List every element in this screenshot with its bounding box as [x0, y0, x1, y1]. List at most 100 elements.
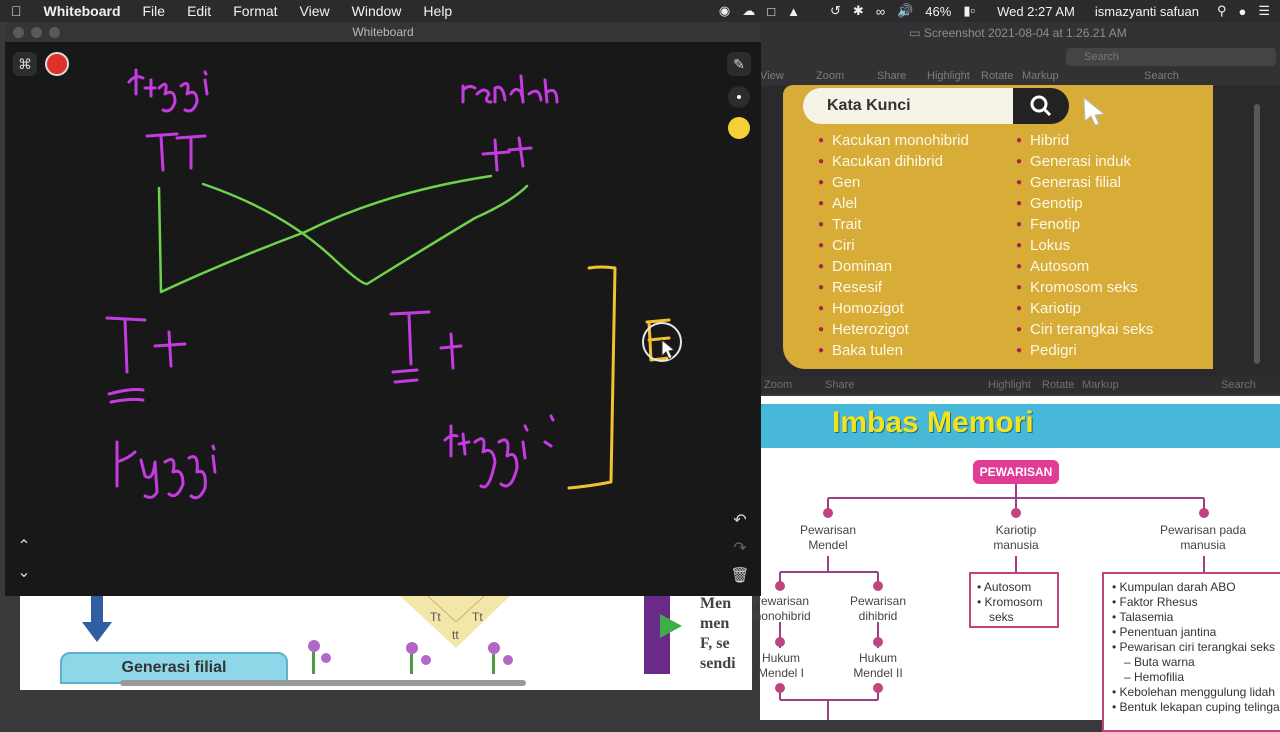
lock-icon[interactable]: ▲	[787, 4, 800, 19]
menu-app-name[interactable]: Whiteboard	[33, 0, 132, 22]
cloud-icon[interactable]: ☁	[742, 3, 755, 19]
keyword: Lokus	[1016, 237, 1070, 254]
box-item: • Pewarisan ciri terangkai seks	[1112, 640, 1275, 654]
side-text-line: men	[700, 615, 730, 632]
toolbar-markup[interactable]: Markup	[1022, 70, 1059, 82]
toolbar-share-2[interactable]: Share	[825, 379, 854, 391]
node-pewarisan-pada-manusia: Pewarisan pada manusia	[1148, 523, 1258, 553]
menu-format[interactable]: Format	[222, 0, 288, 22]
record-stop-icon[interactable]: ◉	[719, 3, 730, 19]
menu-help[interactable]: Help	[412, 0, 463, 22]
menubar:  Whiteboard File Edit Format View Windo…	[0, 0, 1280, 22]
word-tinggi-1	[127, 68, 209, 113]
toolbar-zoom-2[interactable]: Zoom	[764, 379, 792, 391]
whiteboard-window: Whiteboard ⌘ ✎ ↶ ↷ 🗑 ⌃ ⌄	[5, 22, 761, 596]
node-line: manusia	[993, 538, 1039, 552]
bracket	[567, 265, 617, 490]
box-text: Faktor Rhesus	[1119, 595, 1198, 609]
node-line: Mendel I	[757, 666, 805, 680]
keyword: Baka tulen	[818, 342, 903, 359]
node-kariotip-manusia: Kariotip manusia	[966, 523, 1066, 553]
genotype-Tt-middle	[389, 310, 463, 384]
node-line: Pewarisan pada	[1159, 523, 1247, 537]
keyword: Kacukan monohibrid	[818, 132, 969, 149]
preview-scrollbar[interactable]	[1254, 104, 1260, 364]
box-text: – Hemofilia	[1124, 670, 1185, 684]
horizontal-scrollbar[interactable]	[120, 680, 526, 686]
keyword: Homozigot	[818, 300, 904, 317]
volume-icon[interactable]: 🔊	[897, 3, 913, 19]
genotype-tt-1: Tt	[430, 610, 441, 624]
box-text: Penentuan jantina	[1119, 625, 1217, 639]
battery-icon[interactable]: ▮▫	[963, 3, 975, 19]
toolbar-highlight[interactable]: Highlight	[927, 70, 970, 82]
node-hukum-mendel-1: Hukum Mendel I	[748, 651, 814, 681]
cursor-arrow-icon	[1083, 96, 1106, 126]
preview-search-field[interactable]: Search	[1066, 48, 1276, 66]
box-text: Bentuk lekapan cuping telinga	[1119, 700, 1280, 714]
menu-window[interactable]: Window	[341, 0, 413, 22]
box-text: Autosom	[983, 580, 1032, 594]
node-line: monohibrid	[751, 609, 811, 623]
box-text: Kebolehan menggulung lidah	[1119, 685, 1276, 699]
apple-icon[interactable]: 	[0, 0, 33, 22]
toolbar-rotate[interactable]: Rotate	[981, 70, 1013, 82]
keyword: Resesif	[818, 279, 882, 296]
box-item: • Autosom	[977, 580, 1032, 594]
box-text: Talasemia	[1119, 610, 1174, 624]
genotype-Tt-left	[105, 316, 187, 404]
link-icon[interactable]: ∞	[876, 4, 885, 19]
node-line: manusia	[1180, 538, 1226, 552]
menu-view[interactable]: View	[289, 0, 341, 22]
siri-icon[interactable]: ●	[1238, 4, 1246, 19]
spotlight-icon[interactable]: ⚲	[1217, 3, 1227, 19]
keyword: Kacukan dihibrid	[818, 153, 943, 170]
menu-edit[interactable]: Edit	[176, 0, 222, 22]
node-line: dihibrid	[858, 609, 898, 623]
keyword: Generasi filial	[1016, 174, 1121, 191]
toolbar-view[interactable]: View	[760, 70, 784, 82]
toolbar-rotate-2[interactable]: Rotate	[1042, 379, 1074, 391]
kata-kunci-title: Kata Kunci	[803, 88, 1015, 124]
node-line: Hukum	[858, 651, 897, 665]
box-item: • Kumpulan darah ABO	[1112, 580, 1236, 594]
keyword: Autosom	[1016, 258, 1089, 275]
keyword: Generasi induk	[1016, 153, 1131, 170]
toolbar-share[interactable]: Share	[877, 70, 906, 82]
keyword: Kariotip	[1016, 300, 1081, 317]
toolbar-search-label: Search	[1144, 70, 1179, 82]
box-item: • Penentuan jantina	[1112, 625, 1217, 639]
menubar-status-area: ◉ ☁ □ ▲ ↺ ✱ ∞ 🔊 46% ▮▫ Wed 2:27 AM ismaz…	[707, 0, 1270, 22]
time-machine-icon[interactable]: ↺	[830, 3, 841, 19]
clock[interactable]: Wed 2:27 AM	[997, 4, 1075, 19]
keyword: Pedigri	[1016, 342, 1077, 359]
whiteboard-canvas[interactable]	[5, 22, 761, 596]
plant-illustrations	[308, 640, 513, 674]
toolbar-highlight-2[interactable]: Highlight	[988, 379, 1031, 391]
ink-yellow	[567, 265, 671, 490]
node-line: Mendel II	[853, 666, 903, 680]
kata-kunci-search-block	[1013, 88, 1069, 124]
green-arrow-icon	[660, 614, 682, 638]
user-name[interactable]: ismazyanti safuan	[1095, 4, 1199, 19]
bluetooth-icon[interactable]: ✱	[853, 3, 864, 19]
box-item: • Bentuk lekapan cuping telinga	[1112, 700, 1280, 714]
desktop-strip	[0, 690, 693, 720]
word-tinggi-3	[443, 414, 555, 489]
toolbar-markup-2[interactable]: Markup	[1082, 379, 1119, 391]
toolbar-zoom[interactable]: Zoom	[816, 70, 844, 82]
box-text: Pewarisan ciri terangkai seks	[1119, 640, 1275, 654]
node-pewarisan-monohibrid: Pewarisan monohibrid	[748, 594, 814, 624]
toolbar-search-2[interactable]: Search	[1221, 379, 1256, 391]
mouse-pointer-icon	[661, 338, 676, 360]
node-line: Pewarisan	[849, 594, 907, 608]
keyword: Kromosom seks	[1016, 279, 1138, 296]
parking-icon[interactable]: □	[767, 4, 775, 19]
keyword: Hibrid	[1016, 132, 1069, 149]
preview-lower-toolbar: Zoom Share Highlight Rotate Markup Searc…	[756, 376, 1280, 394]
menu-file[interactable]: File	[132, 0, 177, 22]
document-icon: ▭	[909, 26, 924, 40]
genotype-tt	[481, 136, 533, 172]
notification-center-icon[interactable]: ☰	[1258, 3, 1270, 19]
battery-percent[interactable]: 46%	[925, 4, 951, 19]
